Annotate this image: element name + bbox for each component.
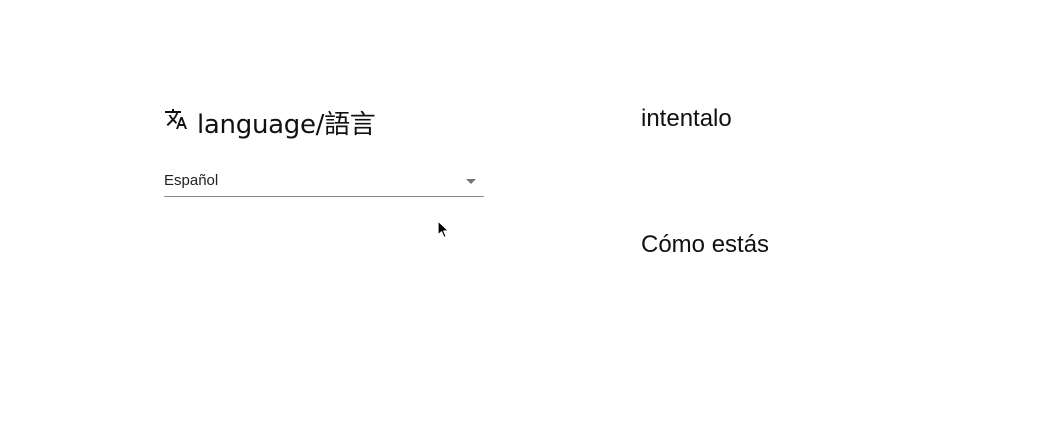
language-title: language/語言	[197, 109, 376, 140]
language-header: language/語言	[164, 106, 376, 140]
language-select-value: Español	[164, 172, 219, 189]
dropdown-arrow-icon	[466, 179, 476, 184]
translated-text-1: intentalo	[641, 105, 732, 132]
language-select[interactable]: Español	[164, 166, 484, 197]
translate-icon	[165, 109, 187, 129]
mouse-pointer-icon	[437, 220, 450, 239]
translated-text-2: Cómo estás	[641, 231, 770, 258]
